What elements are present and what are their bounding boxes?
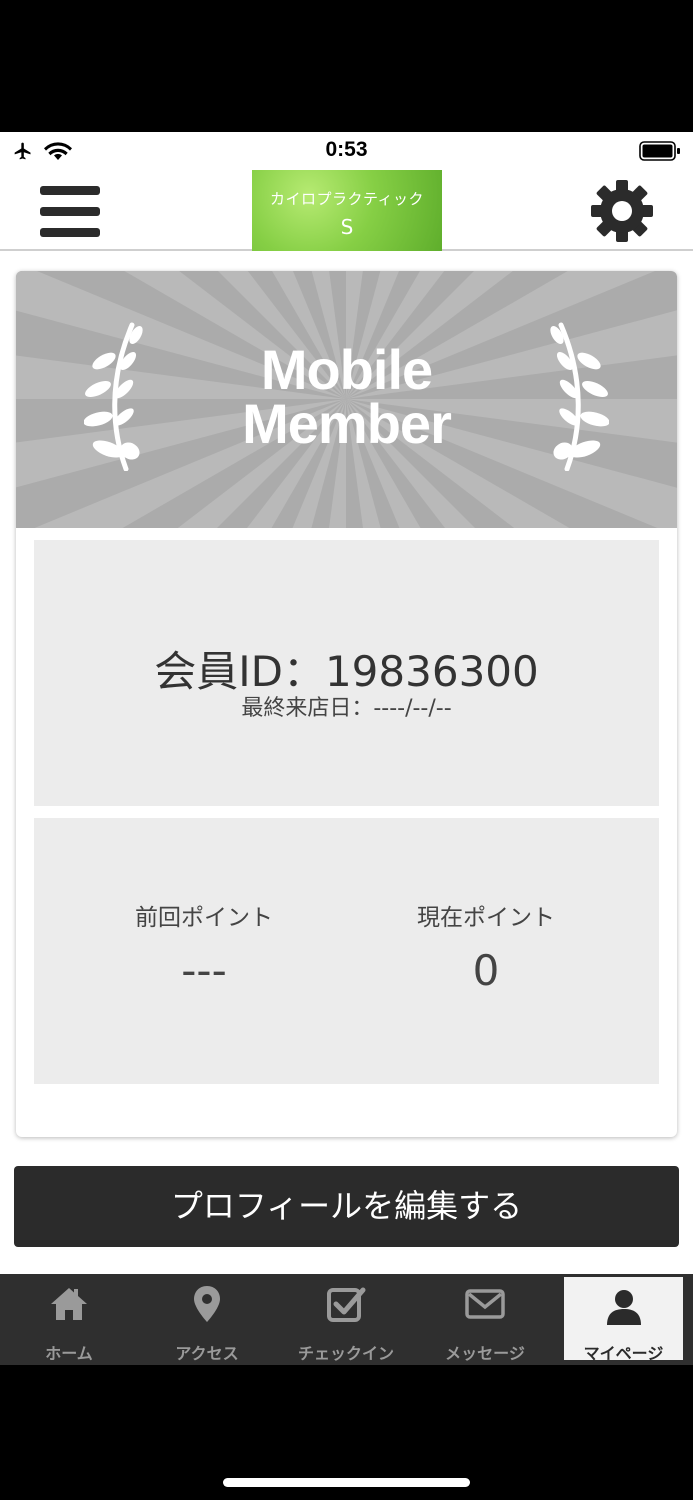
tab-label: アクセス — [175, 1344, 239, 1363]
store-logo[interactable]: カイロプラクティック S — [252, 170, 442, 251]
last-visit-date: 最終来店日：----/--/-- — [241, 696, 452, 721]
member-id-panel: 会員ID：19836300 最終来店日：----/--/-- — [34, 540, 659, 806]
map-pin-icon — [194, 1286, 220, 1322]
user-icon — [607, 1290, 641, 1325]
current-points-label: 現在ポイント — [417, 905, 555, 931]
points-panel: 前回ポイント --- 現在ポイント 0 — [34, 818, 659, 1084]
checkbox-icon — [327, 1287, 366, 1322]
envelope-icon — [465, 1289, 505, 1319]
tab-home[interactable]: ホーム — [0, 1274, 138, 1365]
logo-text: カイロプラクティック — [269, 190, 425, 208]
previous-points-value: --- — [181, 946, 227, 995]
tab-checkin[interactable]: チェックイン — [277, 1274, 415, 1365]
tab-label: マイページ — [583, 1344, 664, 1363]
current-points-value: 0 — [472, 946, 500, 995]
member-card: Mobile Member 会員ID：19836300 最終来店日：----/-… — [16, 271, 677, 1137]
previous-points: 前回ポイント --- — [84, 898, 324, 995]
home-indicator[interactable] — [223, 1478, 470, 1487]
edit-profile-button[interactable]: プロフィールを編集する — [14, 1166, 679, 1247]
tab-access[interactable]: アクセス — [138, 1274, 276, 1365]
banner-title-line1: Mobile — [260, 338, 433, 401]
tab-messages[interactable]: メッセージ — [416, 1274, 554, 1365]
hamburger-menu-icon[interactable] — [38, 184, 102, 240]
logo-initial: S — [340, 215, 354, 239]
battery-icon — [639, 141, 680, 161]
tab-label: ホーム — [45, 1344, 93, 1363]
previous-points-label: 前回ポイント — [135, 905, 273, 931]
app-screen: 0:53 カイロプラクティック S Mobile Member 会員ID：198… — [0, 132, 693, 1365]
current-points: 現在ポイント 0 — [366, 898, 606, 995]
bottom-tab-bar: ホーム アクセス チェックイン メッセージ マイページ — [0, 1274, 693, 1365]
app-header: カイロプラクティック S — [0, 170, 693, 251]
banner-title-line2: Member — [242, 392, 452, 455]
tab-label: チェックイン — [297, 1344, 394, 1363]
status-bar: 0:53 — [0, 132, 693, 170]
home-icon — [51, 1288, 87, 1320]
banner-title: Mobile Member — [16, 338, 677, 455]
tab-mypage[interactable]: マイページ — [564, 1277, 683, 1363]
tab-label: メッセージ — [445, 1344, 525, 1363]
member-banner: Mobile Member — [16, 271, 677, 528]
gear-icon[interactable] — [589, 178, 655, 244]
status-time: 0:53 — [325, 138, 368, 161]
